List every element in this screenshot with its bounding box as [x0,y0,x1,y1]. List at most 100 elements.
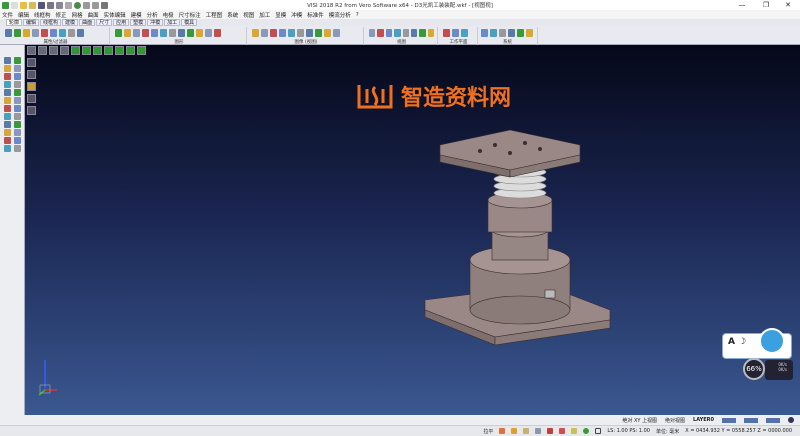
view-iso-icon[interactable] [60,46,69,55]
menu-item[interactable]: 显模 [275,11,286,19]
ribbon-tool-icon[interactable] [59,29,66,37]
left-tool-icon[interactable] [14,145,21,152]
left-tool-icon[interactable] [14,121,21,128]
ribbon-tool-icon[interactable] [315,29,322,37]
ribbon-tool-icon[interactable] [68,29,75,37]
menu-item[interactable]: 曲面 [88,11,99,19]
side-tool-2-icon[interactable] [27,70,36,79]
side-tool-3-icon[interactable] [27,82,36,91]
left-tool-icon[interactable] [4,65,11,72]
ribbon-tab[interactable]: 塑模 [130,19,147,26]
snap-grid-icon[interactable] [523,428,530,434]
ribbon-tab[interactable]: 建模 [62,19,79,26]
snap-icon[interactable] [499,428,506,434]
left-tool-icon[interactable] [14,73,21,80]
ribbon-tool-icon[interactable] [427,29,434,37]
ribbon-tool-icon[interactable] [385,29,393,37]
status-color-1[interactable] [722,417,736,423]
ribbon-tab[interactable]: 线框构 [40,19,62,26]
left-tool-icon[interactable] [14,81,21,88]
menu-item[interactable]: 网格 [72,11,83,19]
menu-item[interactable]: 冲模 [291,11,302,19]
pin-icon[interactable] [535,428,542,434]
left-tool-icon[interactable] [14,65,21,72]
ribbon-tool-icon[interactable] [133,29,140,37]
ribbon-tool-icon[interactable] [14,29,21,37]
left-tool-icon[interactable] [4,73,11,80]
ribbon-tool-icon[interactable] [324,29,331,37]
ribbon-tool-icon[interactable] [196,29,203,37]
ribbon-tool-icon[interactable] [187,29,194,37]
ribbon-tool-icon[interactable] [5,29,12,37]
ribbon-tool-icon[interactable] [410,29,418,37]
ribbon-tool-icon[interactable] [526,29,533,37]
menu-item[interactable]: ? [356,12,359,18]
rotate-icon[interactable] [583,428,590,434]
left-tool-icon[interactable] [14,57,21,64]
left-tool-icon[interactable] [14,137,21,144]
ribbon-tool-icon[interactable] [270,29,277,37]
menu-item[interactable]: 建模 [131,11,142,19]
ruler-icon[interactable] [571,428,578,434]
side-tool-5-icon[interactable] [27,106,36,115]
mode-label[interactable]: 拉平 [483,428,493,435]
ribbon-tool-icon[interactable] [178,29,185,37]
ribbon-tab[interactable]: 加工 [164,19,181,26]
menu-item[interactable]: 编辑 [18,11,29,19]
ribbon-tab[interactable]: 轮廓 [6,19,23,26]
shade-icon[interactable] [71,46,80,55]
ribbon-tool-icon[interactable] [160,29,167,37]
absolute-view[interactable]: 绝对视图 [665,417,685,424]
close-button[interactable]: ✕ [778,0,798,10]
status-color-3[interactable] [766,417,780,423]
ribbon-tool-icon[interactable] [151,29,158,37]
menu-item[interactable]: 视图 [243,11,254,19]
ribbon-tab[interactable]: 编辑 [23,19,40,26]
ribbon-tool-icon[interactable] [261,29,268,37]
left-tool-icon[interactable] [4,113,11,120]
shade-edges-icon[interactable] [82,46,91,55]
snap-point-icon[interactable] [511,428,518,434]
menu-item[interactable]: 实体编辑 [104,11,126,19]
ribbon-tool-icon[interactable] [499,29,506,37]
left-tool-icon[interactable] [14,129,21,136]
ribbon-tool-icon[interactable] [77,29,84,37]
left-tool-icon[interactable] [4,97,11,104]
layer-indicator[interactable]: LAYER0 [693,417,714,423]
ribbon-tool-icon[interactable] [394,29,401,37]
left-tool-icon[interactable] [4,121,11,128]
hidden-line-icon[interactable] [104,46,113,55]
left-tool-icon[interactable] [14,113,21,120]
ribbon-tool-icon[interactable] [50,29,57,37]
left-tool-icon[interactable] [14,97,21,104]
side-tool-1-icon[interactable] [27,58,36,67]
ribbon-tab[interactable]: 模具 [181,19,198,26]
left-tool-icon[interactable] [4,57,11,64]
side-tool-4-icon[interactable] [27,94,36,103]
menu-item[interactable]: 模流分析 [329,11,351,19]
ribbon-tool-icon[interactable] [205,29,212,37]
pointer-icon[interactable] [559,428,566,434]
left-tool-icon[interactable] [4,105,11,112]
menu-item[interactable]: 电极 [163,11,174,19]
ribbon-tool-icon[interactable] [452,29,459,37]
grid-icon[interactable] [595,428,602,434]
menu-item[interactable]: 工程图 [206,11,223,19]
ribbon-tool-icon[interactable] [252,29,259,37]
ribbon-tool-icon[interactable] [115,29,122,37]
ribbon-tool-icon[interactable] [214,29,221,37]
cube-render-icon[interactable] [126,46,135,55]
menu-item[interactable]: 标准件 [307,11,324,19]
ribbon-tab[interactable]: 尺寸 [96,19,113,26]
ribbon-tool-icon[interactable] [419,29,426,37]
menu-item[interactable]: 尺寸标注 [179,11,201,19]
ribbon-tab[interactable]: 曲面 [79,19,96,26]
ribbon-tool-icon[interactable] [41,29,48,37]
ribbon-tool-icon[interactable] [288,29,295,37]
left-tool-icon[interactable] [4,89,11,96]
view-top-icon[interactable] [49,46,58,55]
left-tool-icon[interactable] [4,129,11,136]
ribbon-tool-icon[interactable] [508,29,515,37]
left-tool-icon[interactable] [14,89,21,96]
filter-icon[interactable] [547,428,554,434]
